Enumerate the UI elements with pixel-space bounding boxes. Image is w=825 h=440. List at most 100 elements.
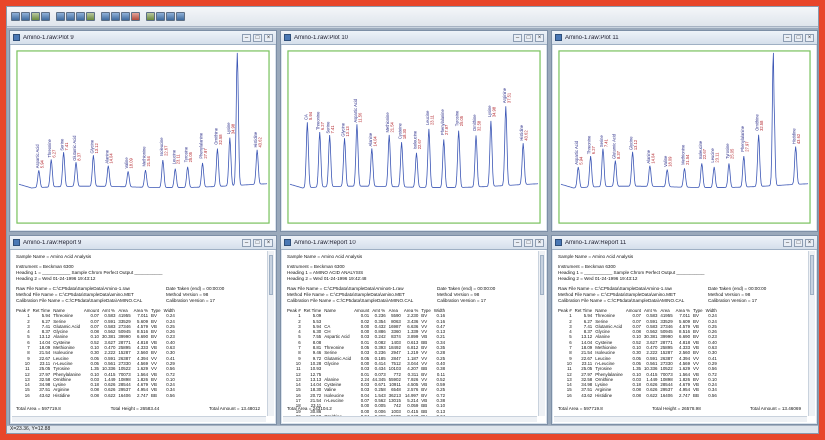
peak-label: Phenylalanine 27.97 (740, 125, 749, 152)
sequence-icon[interactable] (131, 12, 140, 21)
vertical-scrollbar[interactable] (538, 251, 545, 416)
plot-window-title: Amino-1.raw:Plot 10 (294, 34, 349, 41)
peak-label: Ornithine 32.58 (755, 114, 764, 131)
report-window-10[interactable]: Amino-1.raw:Report 10 – □ × Sample Name = Am… (280, 235, 548, 425)
peak-label: Methionine 21.54 (385, 112, 394, 133)
plot-window-titlebar[interactable]: Amino-1.raw:Plot 11 – □ × (552, 31, 817, 45)
table-row: 5 13.12 Alanine 0.10 30.381 39990 6.690 BV 0.23 (16, 334, 178, 339)
report-window-11[interactable]: Amino-1.raw:Report 11 – □ × Sample Name = Am… (551, 235, 818, 425)
chromatogram-plot[interactable]: CA 5.94 Threonine 6.27 Serine 7.41 Glycine 13.1… (284, 48, 544, 228)
open-icon[interactable] (11, 12, 20, 21)
zoom-icon[interactable] (76, 12, 85, 21)
close-button[interactable]: × (535, 33, 544, 42)
table-cell: Histidine (595, 392, 613, 398)
peak-retention-time: 6.27 (591, 146, 596, 155)
help-icon[interactable] (176, 12, 185, 21)
chromatogram-plot[interactable]: Aspartic Acid 5.94 Threonine 6.27 Serine 7.41… (555, 48, 814, 228)
chart-icon[interactable] (56, 12, 65, 21)
plot-window-titlebar[interactable]: Amino-1.raw:Plot 10 – □ × (281, 31, 547, 45)
peak-retention-time: 21.54 (390, 122, 395, 133)
peak-table: Peak # Ret Time Name Amount Amt % Area Area % T… (287, 308, 448, 419)
print-icon[interactable] (31, 12, 40, 21)
report-window-title: Amino-1.raw:Report 9 (23, 239, 82, 246)
report-total-total-area: Total Area = 243104.2 (287, 406, 332, 411)
maximize-button[interactable]: □ (794, 238, 803, 247)
tile-icon[interactable] (146, 12, 155, 21)
save-icon[interactable] (21, 12, 30, 21)
table-row: 11 25.05 Tyrosine 1.35 10.336 10522 1.629 VV 0.5… (16, 366, 178, 371)
horizontal-scrollbar[interactable] (283, 416, 537, 422)
peak-retention-time: 27.97 (203, 148, 208, 159)
peak-retention-time: 25.05 (459, 115, 464, 126)
vertical-scrollbar[interactable] (808, 251, 815, 416)
minimize-button[interactable]: – (783, 33, 792, 42)
peak-retention-time: 11.56 (357, 112, 362, 123)
scrollbar-thumb[interactable] (540, 255, 544, 295)
report-window-titlebar[interactable]: Amino-1.raw:Report 10 – □ × (281, 236, 547, 250)
peak-retention-time: 22.67 (163, 145, 168, 156)
cascade-icon[interactable] (156, 12, 165, 21)
table-cell: Histidine (53, 392, 71, 398)
report-window-9[interactable]: Amino-1.raw:Report 9 – □ × Sample Name = Ami… (9, 235, 277, 425)
horizontal-scrollbar[interactable] (12, 416, 266, 422)
peak-retention-time: 43.62 (796, 133, 801, 144)
peak-label: Phenylalanine 27.97 (199, 132, 208, 159)
peak-label: Ornithine 32.58 (213, 127, 222, 144)
maximize-button[interactable]: □ (253, 33, 262, 42)
close-button[interactable]: × (535, 238, 544, 247)
chromatogram-svg[interactable]: Aspartic Acid 5.94Threonine 6.27Serine 7.41… (555, 48, 814, 228)
chromatogram-trace (18, 52, 268, 189)
chart-window-icon (555, 34, 562, 41)
maximize-button[interactable]: □ (524, 238, 533, 247)
report-window-titlebar[interactable]: Amino-1.raw:Report 9 – □ × (10, 236, 276, 250)
minimize-button[interactable]: – (242, 238, 251, 247)
table-cell: Aspartic Acid (324, 334, 350, 340)
table-cell: 16406 (660, 392, 673, 398)
report-totals: Total Area = 243104.2 (287, 406, 531, 412)
vertical-scrollbar[interactable] (267, 251, 274, 416)
peak-retention-time: 14.04 (650, 153, 655, 164)
peak-label: Threonine 6.27 (587, 135, 596, 154)
scrollbar-thumb[interactable] (269, 255, 273, 295)
report-window-icon (284, 239, 291, 246)
scrollbar-thumb[interactable] (810, 255, 814, 295)
report-window-titlebar[interactable]: Amino-1.raw:Report 11 – □ × (552, 236, 817, 250)
table-cell: 16406 (118, 392, 131, 398)
peak-label: Leucine 23.11 (425, 110, 434, 125)
peak-label: Leucine 23.11 (171, 149, 180, 164)
minimize-button[interactable]: – (783, 238, 792, 247)
plot-window-9[interactable]: Amino-1.raw:Plot 9 – □ × Aspartic Acid 5.94… (9, 30, 277, 232)
peak-retention-time: 8.37 (616, 150, 621, 159)
peak-retention-time: 32.58 (759, 120, 764, 131)
maximize-button[interactable]: □ (253, 238, 262, 247)
minimize-button[interactable]: – (513, 33, 522, 42)
calibrate-icon[interactable] (111, 12, 120, 21)
peak-label: Lysine 34.98 (226, 122, 235, 134)
close-button[interactable]: × (805, 33, 814, 42)
plot-window-titlebar[interactable]: Amino-1.raw:Plot 9 – □ × (10, 31, 276, 45)
method-icon[interactable] (121, 12, 130, 21)
chromatogram-svg[interactable]: Aspartic Acid 5.94Threonine 6.27Serine 7.41… (13, 48, 273, 228)
copy-icon[interactable] (41, 12, 50, 21)
plot-window-10[interactable]: Amino-1.raw:Plot 10 – □ × CA 5.94 Threonine 6… (280, 30, 548, 232)
horizontal-scrollbar[interactable] (554, 416, 807, 422)
close-button[interactable]: × (805, 238, 814, 247)
close-button[interactable]: × (264, 33, 273, 42)
integrate-icon[interactable] (101, 12, 110, 21)
table-cell: BB (693, 392, 699, 398)
maximize-button[interactable]: □ (524, 33, 533, 42)
minimize-button[interactable]: – (513, 238, 522, 247)
maximize-button[interactable]: □ (794, 33, 803, 42)
window-icon[interactable] (166, 12, 175, 21)
table-cell: 16 (566, 392, 572, 398)
peak-icon[interactable] (86, 12, 95, 21)
report-icon[interactable] (66, 12, 75, 21)
chromatogram-svg[interactable]: CA 5.94 Threonine 6.27 Serine 7.41 Glycine 13.1… (284, 48, 544, 228)
minimize-button[interactable]: – (242, 33, 251, 42)
plot-window-11[interactable]: Amino-1.raw:Plot 11 – □ × Aspartic Acid 5.9… (551, 30, 818, 232)
report-total-total-height: Total Height = 26583.44 (110, 406, 160, 411)
close-button[interactable]: × (264, 238, 273, 247)
cursor-coordinates: X=23.36, Y=12.88 (10, 426, 51, 432)
peak-retention-time: 6.27 (320, 121, 325, 130)
chromatogram-plot[interactable]: Aspartic Acid 5.94 Threonine 6.27 Serine 7.41… (13, 48, 273, 228)
